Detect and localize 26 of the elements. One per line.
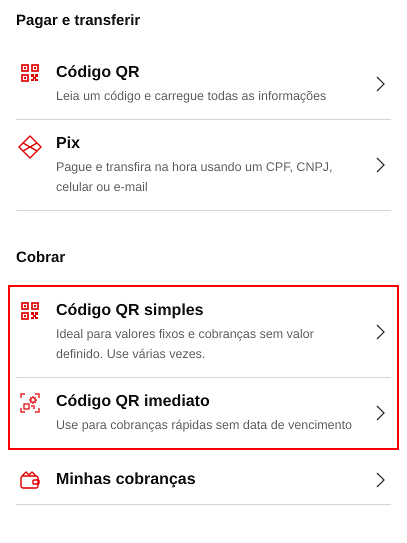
chevron-right-icon bbox=[376, 156, 385, 172]
qr-code-icon bbox=[21, 302, 39, 320]
chevron-right-icon bbox=[376, 405, 385, 421]
item-title: Código QR imediato bbox=[56, 392, 211, 412]
menu-item[interactable]: Minhas cobranças bbox=[16, 456, 391, 505]
item-title: Código QR simples bbox=[56, 301, 205, 321]
diamond-icon bbox=[18, 134, 42, 158]
item-title: Minhas cobranças bbox=[56, 470, 197, 490]
chevron-right-icon bbox=[376, 472, 385, 488]
menu-item[interactable]: Código QR Leia um código e carregue todas as informações bbox=[16, 48, 391, 120]
menu-item[interactable]: Pix Pague e transfira na hora usando um CPF, CNPJ, celular ou e-mail bbox=[16, 120, 391, 210]
item-description: Pague e transfira na hora usando um CPF, CNPJ, celular ou e-mail bbox=[56, 158, 334, 196]
section-title: Pagar e transferir bbox=[15, 11, 142, 31]
chevron-right-icon bbox=[376, 76, 385, 92]
menu-item[interactable]: Código QR simples Ideal para valores fixos e cobranças sem valor definido. Use várias vezes. bbox=[16, 287, 391, 378]
item-description: Leia um código e carregue todas as informações bbox=[56, 88, 328, 105]
item-description: Ideal para valores fixos e cobranças sem valor definido. Use várias vezes. bbox=[56, 326, 315, 363]
item-description: Use para cobranças rápidas sem data de vencimento bbox=[56, 417, 353, 434]
section-title: Cobrar bbox=[15, 248, 66, 268]
item-title: Código QR bbox=[56, 62, 141, 82]
qr-gear-icon bbox=[20, 393, 40, 413]
wallet-icon bbox=[20, 471, 40, 489]
item-title: Pix bbox=[56, 134, 82, 154]
chevron-right-icon bbox=[376, 324, 385, 340]
menu-item[interactable]: Código QR imediato Use para cobranças rápidas sem data de vencimento bbox=[16, 378, 391, 448]
qr-code-icon bbox=[21, 64, 39, 82]
